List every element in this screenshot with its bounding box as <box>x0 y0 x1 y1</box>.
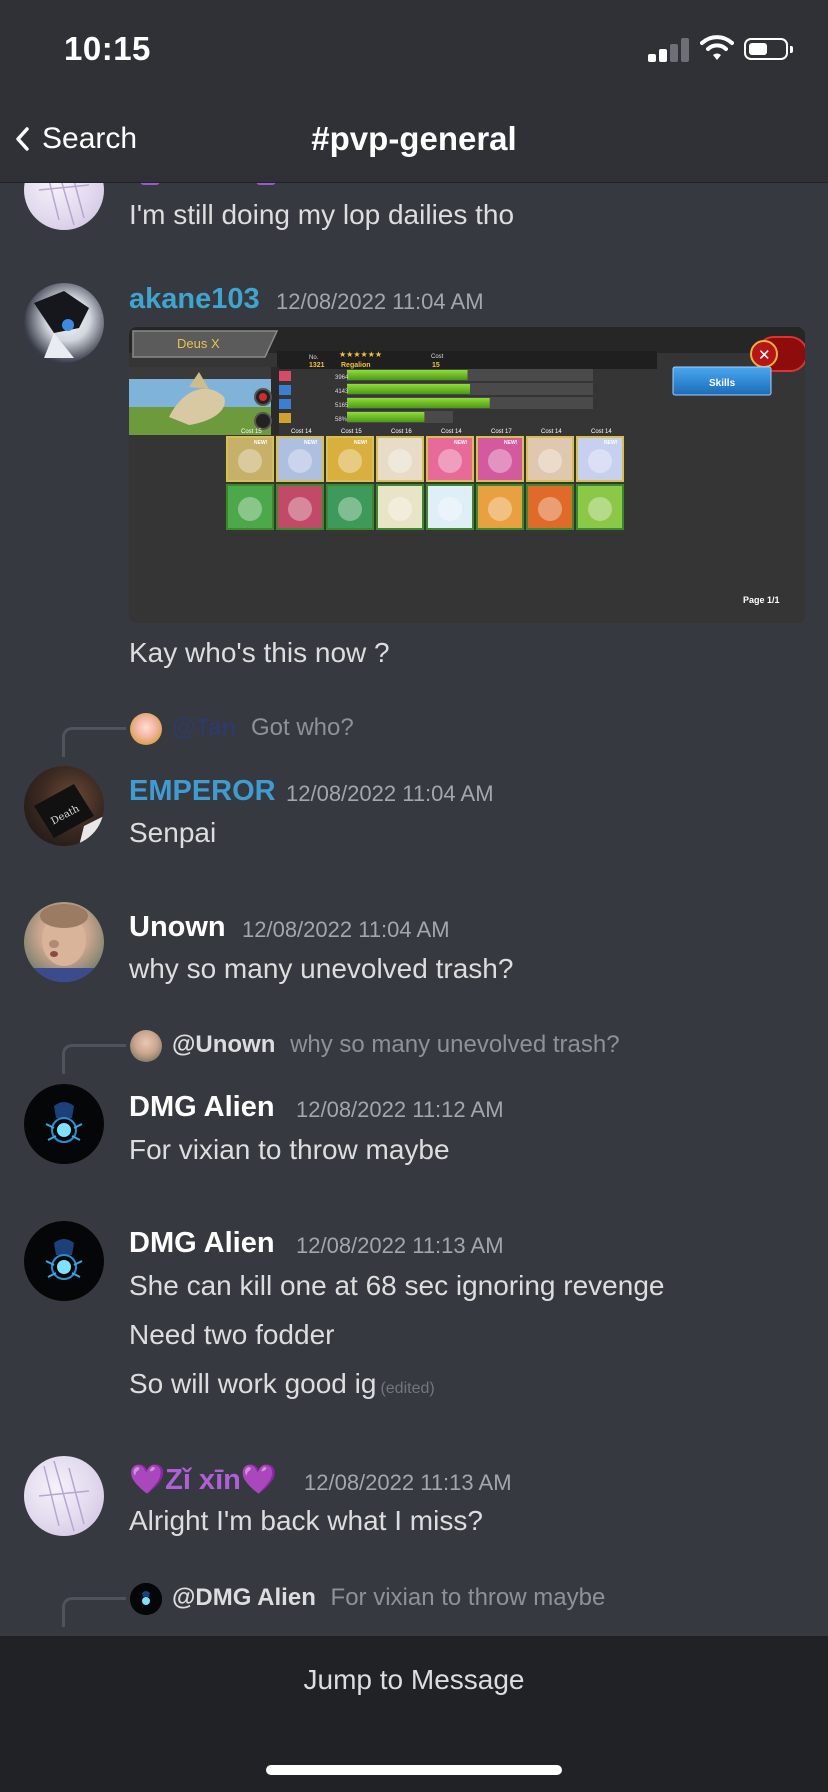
reply-text: For vixian to throw maybe <box>330 1584 606 1611</box>
monster-portrait <box>488 497 512 521</box>
monster-portrait <box>388 449 412 473</box>
svg-text:Regalion: Regalion <box>341 362 371 369</box>
message-text: why so many unevolved trash? <box>129 953 514 984</box>
monster-portrait <box>488 449 512 473</box>
message-text: I'm still doing my lop dailies tho <box>129 199 515 230</box>
monster-portrait <box>238 449 262 473</box>
new-badge: NEW! <box>454 440 468 446</box>
avatar[interactable] <box>24 183 104 230</box>
svg-text:58%: 58% <box>335 417 348 423</box>
card-cost-label: Cost 14 <box>291 429 312 435</box>
battery-icon <box>744 38 793 60</box>
channel-header: Search #pvp-general <box>0 100 828 183</box>
card-cost-label: Cost 14 <box>541 429 562 435</box>
svg-text:15: 15 <box>432 362 440 369</box>
stat-bar-fill <box>347 398 490 408</box>
svg-text:4143: 4143 <box>335 389 349 395</box>
message-text: Kay who's this now ? <box>129 637 390 668</box>
monster-portrait <box>588 497 612 521</box>
message-text: Senpai <box>129 817 217 848</box>
new-badge: NEW! <box>304 440 318 446</box>
reply-avatar <box>130 1583 162 1615</box>
svg-text:1321: 1321 <box>309 362 325 369</box>
message-text: Need two fodder <box>129 1319 335 1350</box>
card-cost-label: Cost 15 <box>241 429 262 435</box>
stat-bar-fill <box>347 370 468 380</box>
monster-portrait <box>538 449 562 473</box>
card-cost-label: Cost 17 <box>491 429 512 435</box>
monster-portrait <box>438 449 462 473</box>
svg-text:5165: 5165 <box>335 403 349 409</box>
home-indicator[interactable] <box>266 1765 562 1775</box>
monster-portrait <box>438 497 462 521</box>
reply-avatar <box>130 713 162 745</box>
reply-text: Got who? <box>250 714 354 741</box>
card-name: Deus X <box>177 336 220 351</box>
new-badge: NEW! <box>504 440 518 446</box>
reply-text: why so many unevolved trash? <box>290 1031 620 1058</box>
username[interactable]: 💜Zǐ xīn💜 <box>129 1463 277 1497</box>
monster-portrait <box>338 449 362 473</box>
svg-text:★★★★★★: ★★★★★★ <box>339 350 382 359</box>
reply-username: @Unown <box>172 1031 276 1058</box>
svg-text:No.: No. <box>309 355 319 361</box>
timestamp: 12/08/2022 11:13 AM <box>304 1470 512 1495</box>
avatar[interactable] <box>24 283 104 363</box>
timestamp: 12/08/2022 11:04 AM <box>286 781 494 806</box>
page-indicator: Page 1/1 <box>743 595 780 605</box>
card-cost-label: Cost 14 <box>441 429 462 435</box>
close-icon: ✕ <box>758 346 771 364</box>
timestamp: 12/08/2022 11:13 AM <box>296 1233 504 1258</box>
avatar[interactable] <box>24 1084 104 1164</box>
monster-portrait <box>238 497 262 521</box>
stat-bar-fill <box>347 384 470 394</box>
svg-text:Cost: Cost <box>431 354 444 360</box>
message-text: For vixian to throw maybe <box>129 1134 450 1165</box>
status-icons <box>648 34 798 64</box>
reply-username: @Tan <box>172 714 237 741</box>
monster-portrait <box>388 497 412 521</box>
username[interactable]: DMG Alien <box>129 1091 275 1124</box>
reply-username: @DMG Alien <box>172 1584 316 1611</box>
new-badge: NEW! <box>254 440 268 446</box>
avatar[interactable] <box>24 1456 104 1536</box>
card-cost-label: Cost 14 <box>591 429 612 435</box>
jump-bar: Jump to Message <box>0 1636 828 1792</box>
image-attachment[interactable]: Deus X No. 1321 ★★★★★★ Regalion Cost 15 … <box>129 327 805 623</box>
card-cost-label: Cost 16 <box>391 429 412 435</box>
avatar[interactable] <box>24 1221 104 1301</box>
username[interactable]: EMPEROR <box>129 775 276 808</box>
username[interactable]: Unown <box>129 911 226 944</box>
message-list[interactable]: I'm still doing my lop dailies tho akane… <box>0 183 828 1636</box>
cellular-signal-icon <box>648 38 690 62</box>
new-badge: NEW! <box>354 440 368 446</box>
username[interactable]: akane103 <box>129 283 260 316</box>
monster-portrait <box>288 497 312 521</box>
reply-avatar <box>130 1030 162 1062</box>
wifi-icon <box>700 35 734 60</box>
channel-title: #pvp-general <box>311 120 517 157</box>
timestamp: 12/08/2022 11:04 AM <box>276 289 484 314</box>
message-text: So will work good ig (edited) <box>129 1368 435 1399</box>
avatar[interactable]: Death <box>24 766 104 846</box>
timestamp: 12/08/2022 11:12 AM <box>296 1097 504 1122</box>
stat-bar-fill <box>347 412 425 422</box>
timestamp: 12/08/2022 11:04 AM <box>242 917 450 942</box>
status-bar: 10:15 <box>0 0 828 100</box>
jump-to-message-button[interactable]: Jump to Message <box>0 1664 828 1696</box>
card-cost-label: Cost 15 <box>341 429 362 435</box>
monster-portrait <box>538 497 562 521</box>
avatar[interactable] <box>24 902 104 982</box>
username[interactable]: DMG Alien <box>129 1227 275 1260</box>
svg-text:3964: 3964 <box>335 375 349 381</box>
message-text: She can kill one at 68 sec ignoring reve… <box>129 1270 665 1301</box>
monster-portrait <box>288 449 312 473</box>
edited-label: (edited) <box>380 1380 435 1397</box>
monster-portrait <box>588 449 612 473</box>
skills-button: Skills <box>709 378 736 389</box>
new-badge: NEW! <box>604 440 618 446</box>
monster-portrait <box>338 497 362 521</box>
message-text: Alright I'm back what I miss? <box>129 1505 483 1536</box>
status-time: 10:15 <box>64 30 151 67</box>
